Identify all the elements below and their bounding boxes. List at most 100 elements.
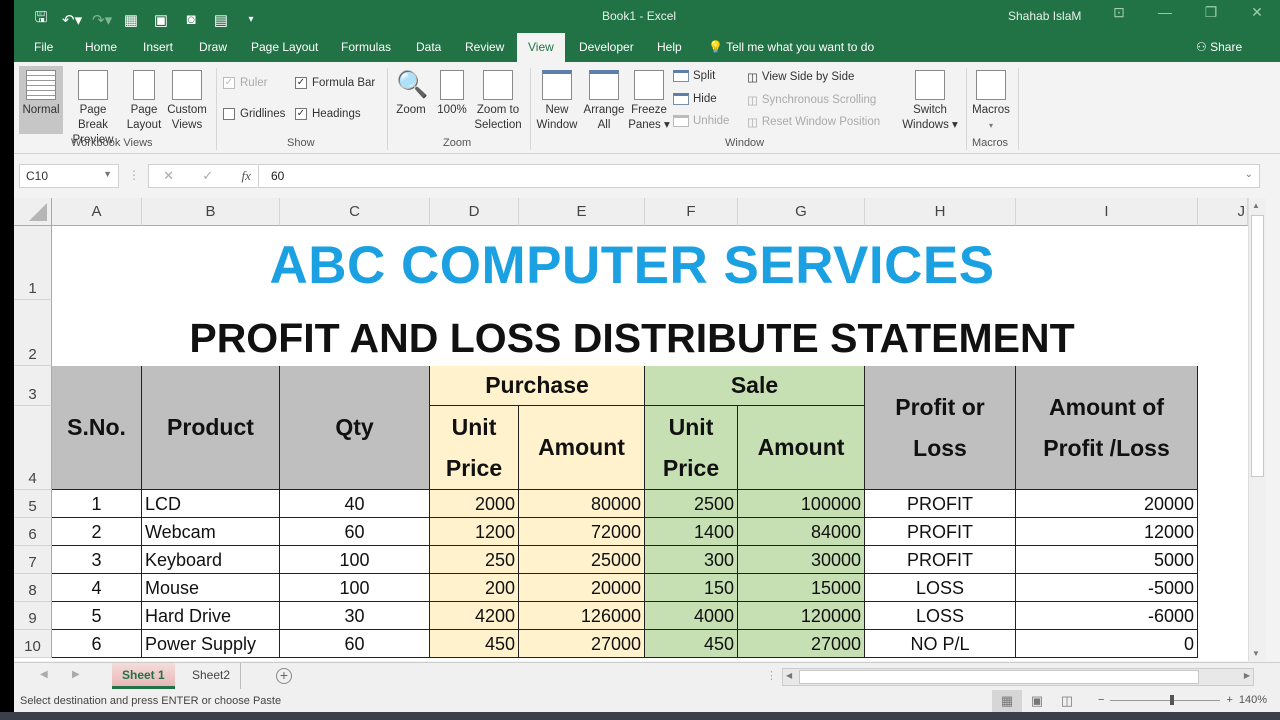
column-header-j[interactable]: J xyxy=(1198,198,1248,226)
scroll-down-icon[interactable]: ▼ xyxy=(1252,649,1260,658)
cell-purchase-amount[interactable]: 80000 xyxy=(519,490,645,518)
resize-handle[interactable]: ⋮ xyxy=(128,168,140,182)
cancel-icon[interactable]: ✕ xyxy=(163,168,174,184)
header-sale-unit-price[interactable]: Unit Price xyxy=(645,406,738,490)
header-qty[interactable]: Qty xyxy=(280,366,430,490)
zoom-out-icon[interactable]: − xyxy=(1098,694,1104,706)
zoom-to-selection-button[interactable]: Zoom to Selection xyxy=(473,70,523,133)
camera-icon[interactable]: ◙ xyxy=(182,11,200,28)
cell-purchase-amount[interactable]: 25000 xyxy=(519,546,645,574)
cell-purchase-amount[interactable]: 72000 xyxy=(519,518,645,546)
row-header-9[interactable]: 9 xyxy=(14,602,52,630)
header-purchase-amount[interactable]: Amount xyxy=(519,406,645,490)
column-header-h[interactable]: H xyxy=(865,198,1016,226)
column-header-g[interactable]: G xyxy=(738,198,865,226)
column-header-a[interactable]: A xyxy=(52,198,142,226)
customize-icon[interactable]: ▾ xyxy=(242,14,260,25)
switch-windows-button[interactable]: Switch Windows ▾ xyxy=(902,70,958,133)
cell-profit-or-loss[interactable]: PROFIT xyxy=(865,518,1016,546)
unhide-button[interactable]: Unhide xyxy=(673,115,729,127)
row-header-4[interactable]: 4 xyxy=(14,406,52,490)
enter-icon[interactable]: ✓ xyxy=(202,168,213,184)
row-header-2[interactable]: 2 xyxy=(14,300,52,366)
undo-icon[interactable]: ↶▾ xyxy=(62,11,82,29)
redo-icon[interactable]: ↷▾ xyxy=(92,11,112,29)
cell-sale-amount[interactable]: 84000 xyxy=(738,518,865,546)
header-amount-profit-loss[interactable]: Amount of Profit /Loss xyxy=(1016,366,1198,490)
prev-sheet-icon[interactable]: ◀ xyxy=(40,669,48,680)
row-header-7[interactable]: 7 xyxy=(14,546,52,574)
scroll-up-icon[interactable]: ▲ xyxy=(1252,201,1260,210)
normal-view-button[interactable]: Normal xyxy=(19,66,63,134)
sheet-tab-2[interactable]: Sheet2 xyxy=(182,663,242,689)
formula-bar-checkbox[interactable]: ✓ Formula Bar xyxy=(295,77,375,89)
cell-qty[interactable]: 100 xyxy=(280,574,430,602)
tab-help[interactable]: Help xyxy=(657,40,682,54)
row-header-5[interactable]: 5 xyxy=(14,490,52,518)
page-layout-view-button[interactable]: Page Layout xyxy=(126,70,162,133)
cell-purchase-unit-price[interactable]: 250 xyxy=(430,546,519,574)
cell-qty[interactable]: 100 xyxy=(280,546,430,574)
cell-sale-unit-price[interactable]: 150 xyxy=(645,574,738,602)
tab-home[interactable]: Home xyxy=(85,40,117,54)
tab-developer[interactable]: Developer xyxy=(579,40,634,54)
tab-split-handle[interactable]: ⋮ xyxy=(766,669,777,682)
vertical-scrollbar[interactable]: ▲ ▼ xyxy=(1248,198,1266,661)
header-sno[interactable]: S.No. xyxy=(52,366,142,490)
row-header-1[interactable]: 1 xyxy=(14,226,52,300)
zoom-in-icon[interactable]: + xyxy=(1226,694,1232,706)
scroll-thumb[interactable] xyxy=(1251,215,1264,477)
column-header-b[interactable]: B xyxy=(142,198,280,226)
header-profit-or-loss[interactable]: Profit or Loss xyxy=(865,366,1016,490)
header-sale[interactable]: Sale xyxy=(645,366,865,406)
macros-button[interactable]: Macros ▾ xyxy=(970,70,1012,133)
zoom-button[interactable]: 🔍 Zoom xyxy=(394,70,428,118)
column-header-d[interactable]: D xyxy=(430,198,519,226)
header-purchase-unit-price[interactable]: Unit Price xyxy=(430,406,519,490)
header-purchase[interactable]: Purchase xyxy=(430,366,645,406)
company-title[interactable]: ABC COMPUTER SERVICES xyxy=(52,226,1212,300)
page-layout-icon[interactable]: ▣ xyxy=(1022,690,1052,712)
tab-view[interactable]: View xyxy=(517,33,565,62)
worksheet-grid[interactable]: A B C D E F G H I J 1 2 3 4 5 6 7 8 9 10… xyxy=(14,198,1248,661)
tab-draw[interactable]: Draw xyxy=(199,40,227,54)
cell-amount-profit-loss[interactable]: 12000 xyxy=(1016,518,1198,546)
select-all-button[interactable] xyxy=(14,198,52,226)
zoom-slider-handle[interactable] xyxy=(1169,694,1174,705)
cell-amount-profit-loss[interactable]: 0 xyxy=(1016,630,1198,658)
add-sheet-button[interactable]: + xyxy=(276,668,292,684)
ruler-checkbox[interactable]: ✓ Ruler xyxy=(223,77,267,89)
cell-sale-unit-price[interactable]: 1400 xyxy=(645,518,738,546)
calculator-icon[interactable]: ▤ xyxy=(212,11,230,29)
tab-insert[interactable]: Insert xyxy=(143,40,173,54)
cell-amount-profit-loss[interactable]: -5000 xyxy=(1016,574,1198,602)
scroll-right-icon[interactable]: ▶ xyxy=(1244,671,1250,680)
cell-profit-or-loss[interactable]: NO P/L xyxy=(865,630,1016,658)
tell-me-search[interactable]: 💡 Tell me what you want to do xyxy=(708,40,874,54)
cell-sno[interactable]: 3 xyxy=(52,546,142,574)
synchronous-scrolling-button[interactable]: ◫ Synchronous Scrolling xyxy=(747,93,876,107)
cell-sale-unit-price[interactable]: 450 xyxy=(645,630,738,658)
cell-profit-or-loss[interactable]: PROFIT xyxy=(865,490,1016,518)
view-side-by-side-button[interactable]: ◫ View Side by Side xyxy=(747,70,854,84)
cell-sale-amount[interactable]: 100000 xyxy=(738,490,865,518)
cell-amount-profit-loss[interactable]: -6000 xyxy=(1016,602,1198,630)
horizontal-scrollbar[interactable]: ◀ ▶ xyxy=(782,668,1254,686)
column-header-c[interactable]: C xyxy=(280,198,430,226)
cell-purchase-amount[interactable]: 126000 xyxy=(519,602,645,630)
column-header-f[interactable]: F xyxy=(645,198,738,226)
tab-review[interactable]: Review xyxy=(465,40,504,54)
tab-file[interactable]: File xyxy=(34,40,53,54)
cell-qty[interactable]: 30 xyxy=(280,602,430,630)
ribbon-display-icon[interactable]: ⊡ xyxy=(1096,4,1142,21)
cell-sale-unit-price[interactable]: 4000 xyxy=(645,602,738,630)
new-window-button[interactable]: New Window xyxy=(534,70,580,133)
column-header-e[interactable]: E xyxy=(519,198,645,226)
cell-purchase-amount[interactable]: 27000 xyxy=(519,630,645,658)
header-product[interactable]: Product xyxy=(142,366,280,490)
cell-amount-profit-loss[interactable]: 5000 xyxy=(1016,546,1198,574)
print-layout-icon[interactable]: ▣ xyxy=(152,11,170,29)
gridlines-checkbox[interactable]: Gridlines xyxy=(223,108,285,120)
name-box[interactable]: C10 ▼ xyxy=(19,164,119,188)
zoom-slider[interactable] xyxy=(1110,694,1221,705)
